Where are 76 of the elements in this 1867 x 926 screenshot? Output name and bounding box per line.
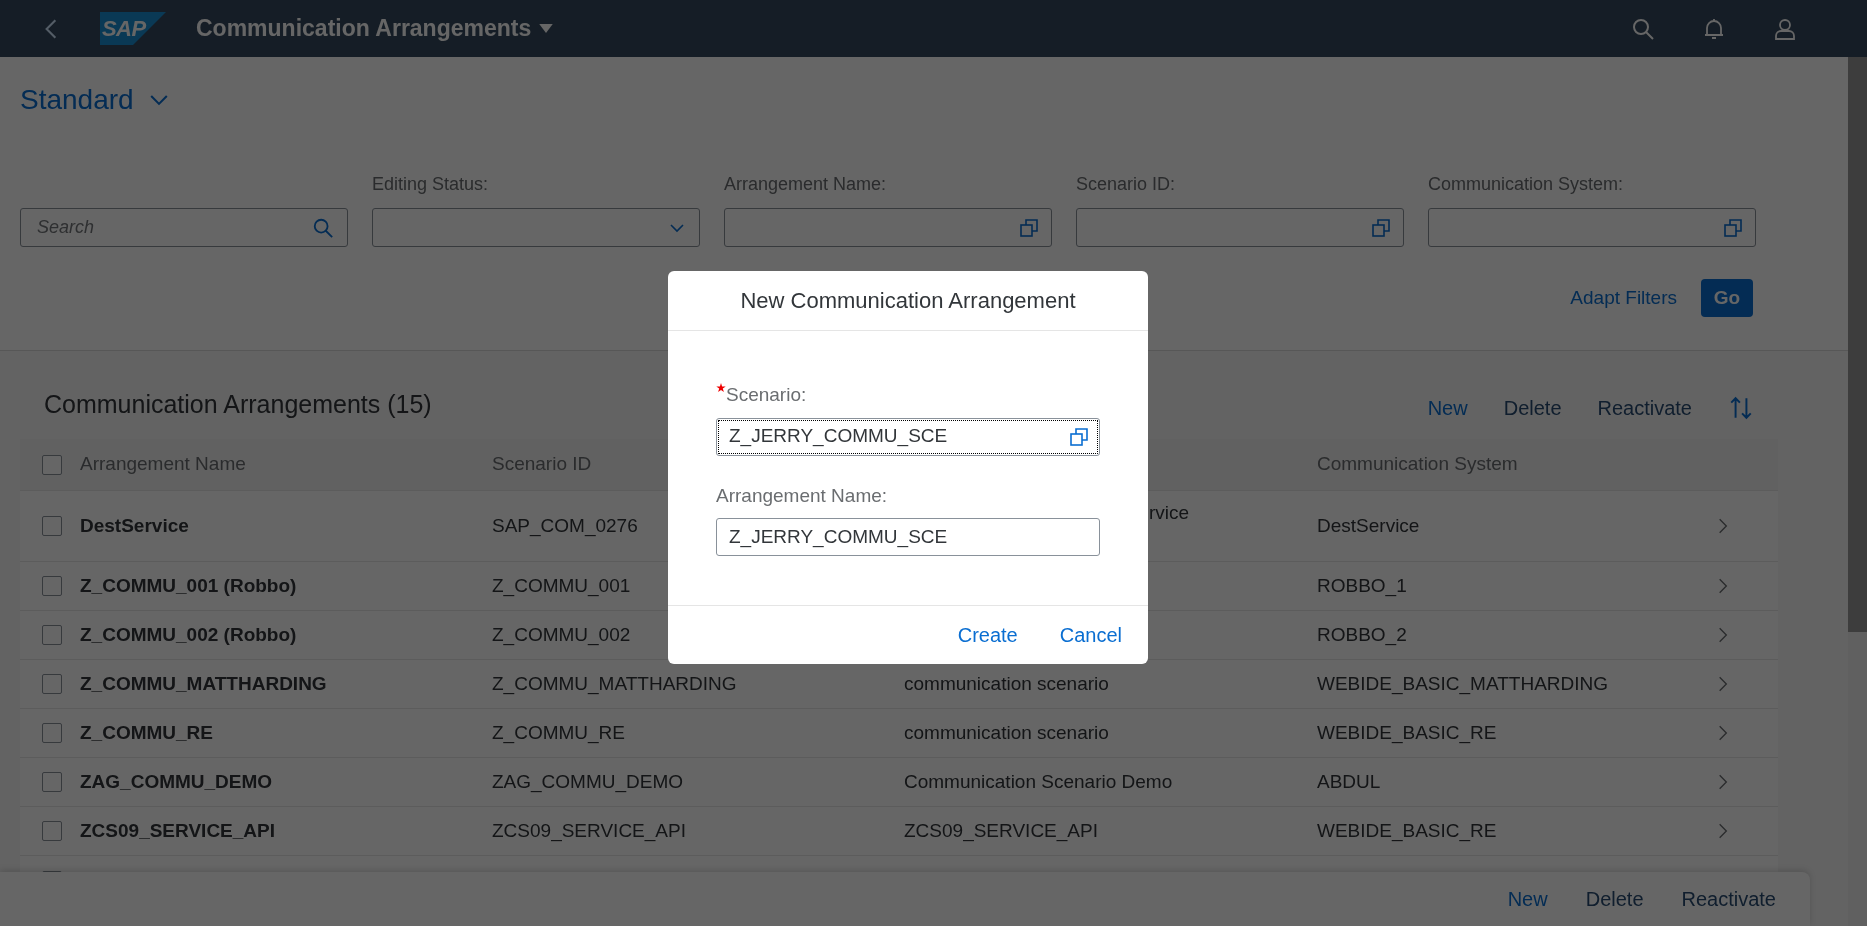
value-help-icon — [1019, 217, 1039, 238]
table-cell-text: Z_COMMU_MATTHARDING — [80, 671, 328, 696]
value-help-icon[interactable] — [1069, 426, 1089, 447]
chevron-right-icon[interactable] — [1718, 626, 1728, 644]
chevron-right-icon[interactable] — [1718, 724, 1728, 742]
checkbox[interactable] — [42, 772, 62, 792]
user-icon[interactable] — [1773, 16, 1797, 41]
search-icon[interactable] — [1631, 16, 1655, 41]
input-field[interactable] — [724, 208, 1052, 247]
table-cell-text: Z_COMMU_002 — [492, 622, 632, 648]
search-field[interactable]: Search — [20, 208, 348, 247]
value-help-icon — [1371, 217, 1391, 238]
table-cell-text: Z_COMMU_002 (Robbo) — [80, 622, 298, 647]
table-cell-text: Z_COMMU_RE — [80, 720, 214, 745]
value-help-icon — [1723, 217, 1743, 238]
filter-label: Scenario ID: — [1076, 173, 1177, 196]
dropdown-field[interactable] — [372, 208, 700, 247]
table-cell-text: Z_COMMU_MATTHARDING — [492, 671, 738, 697]
table-cell-text: Z_COMMU_001 (Robbo) — [80, 573, 298, 598]
field-label: Scenario: — [726, 383, 807, 407]
table-cell-text: ROBBO_1 — [1317, 573, 1408, 599]
table-cell-text: ZCS09_SERVICE_API — [492, 818, 687, 844]
filter-label: Communication System: — [1428, 173, 1625, 196]
table-cell-text: WEBIDE_BASIC_RE — [1317, 818, 1498, 844]
table-cell: Communication Scenario Demo — [904, 770, 1173, 792]
checkbox[interactable] — [42, 516, 62, 536]
checkbox[interactable] — [42, 723, 62, 743]
app-title-menu[interactable]: Communication Arrangements — [196, 11, 554, 46]
caret-icon — [539, 24, 554, 33]
table-cell-text: Z_COMMU_001 — [492, 573, 632, 599]
filter-label: Editing Status: — [372, 173, 490, 196]
input-field[interactable] — [1076, 208, 1404, 247]
dialog-title: New Communication Arrangement — [740, 287, 1076, 315]
table-cell: communication scenario — [904, 672, 1109, 694]
table-cell-text: ZCS09_SERVICE_API — [80, 818, 276, 843]
toolbar-button[interactable]: New — [1427, 393, 1468, 423]
table-cell-text: ABDUL — [1317, 769, 1382, 794]
field-label: Arrangement Name: — [716, 483, 888, 508]
table-cell-text: Z_COMMU_RE — [492, 720, 626, 746]
checkbox[interactable] — [42, 674, 62, 694]
back-icon[interactable] — [44, 17, 58, 40]
input-field[interactable]: Z_JERRY_COMMU_SCE — [716, 518, 1100, 556]
chevron-right-icon[interactable] — [1718, 773, 1728, 791]
logo[interactable]: SAP — [100, 12, 166, 45]
input-field[interactable]: Z_JERRY_COMMU_SCE — [716, 417, 1100, 456]
table-cell: communication scenario — [904, 721, 1109, 743]
checkbox[interactable] — [42, 625, 62, 645]
adapt-filters-link[interactable]: Adapt Filters — [1570, 283, 1677, 313]
table-title: Communication Arrangements (15) — [44, 388, 432, 420]
chevron-right-icon[interactable] — [1718, 517, 1728, 535]
dialog-button[interactable]: Create — [957, 620, 1018, 650]
go-button[interactable]: Go — [1701, 279, 1753, 317]
scrollbar-thumb[interactable] — [1848, 57, 1867, 632]
dialog-button[interactable]: Cancel — [1059, 620, 1122, 650]
checkbox[interactable] — [42, 821, 62, 841]
search-icon[interactable] — [312, 216, 334, 238]
toolbar-button[interactable]: New — [1507, 884, 1548, 914]
table-cell-text: DestService — [1317, 513, 1421, 538]
checkbox[interactable] — [42, 454, 62, 475]
checkbox[interactable] — [42, 576, 62, 596]
chevron-right-icon[interactable] — [1718, 822, 1728, 840]
bell-icon[interactable] — [1702, 16, 1726, 41]
variant-selector[interactable]: Standard — [20, 79, 172, 121]
input-field[interactable] — [1428, 208, 1756, 247]
table-cell-text: ZAG_COMMU_DEMO — [80, 769, 274, 794]
table-cell-text: DestService — [80, 513, 190, 538]
table-cell: ZCS09_SERVICE_API — [904, 819, 1098, 841]
table-cell-text: WEBIDE_BASIC_MATTHARDING — [1317, 671, 1610, 697]
table-cell-text: ROBBO_2 — [1317, 622, 1408, 648]
filter-label: Arrangement Name: — [724, 173, 888, 196]
sort-icon[interactable] — [1728, 395, 1754, 421]
table-cell-text: ZAG_COMMU_DEMO — [492, 769, 685, 795]
table-cell: rvice — [1149, 502, 1190, 523]
chevron-right-icon[interactable] — [1718, 675, 1728, 693]
chevron-right-icon[interactable] — [1718, 577, 1728, 595]
table-cell-text: WEBIDE_BASIC_RE — [1317, 720, 1498, 746]
